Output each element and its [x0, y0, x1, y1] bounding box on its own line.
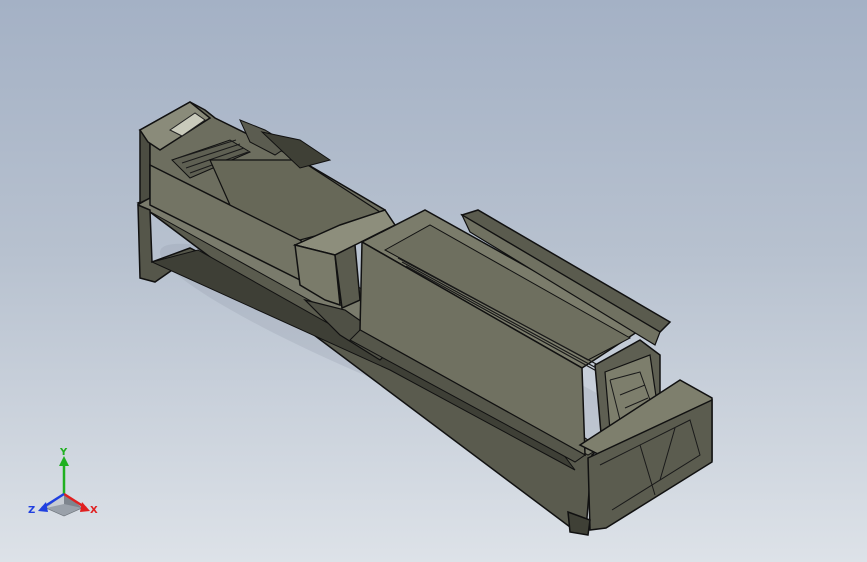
z-axis-label: Z [28, 505, 36, 516]
graphics-viewport[interactable]: Y X Z [0, 0, 867, 562]
3d-model-part[interactable] [0, 0, 867, 562]
x-axis-arrow [80, 502, 90, 512]
y-axis-label: Y [60, 447, 68, 458]
z-axis-arrow [38, 502, 48, 512]
x-axis-label: X [90, 505, 98, 516]
axis-triad: Y X Z [24, 446, 104, 522]
